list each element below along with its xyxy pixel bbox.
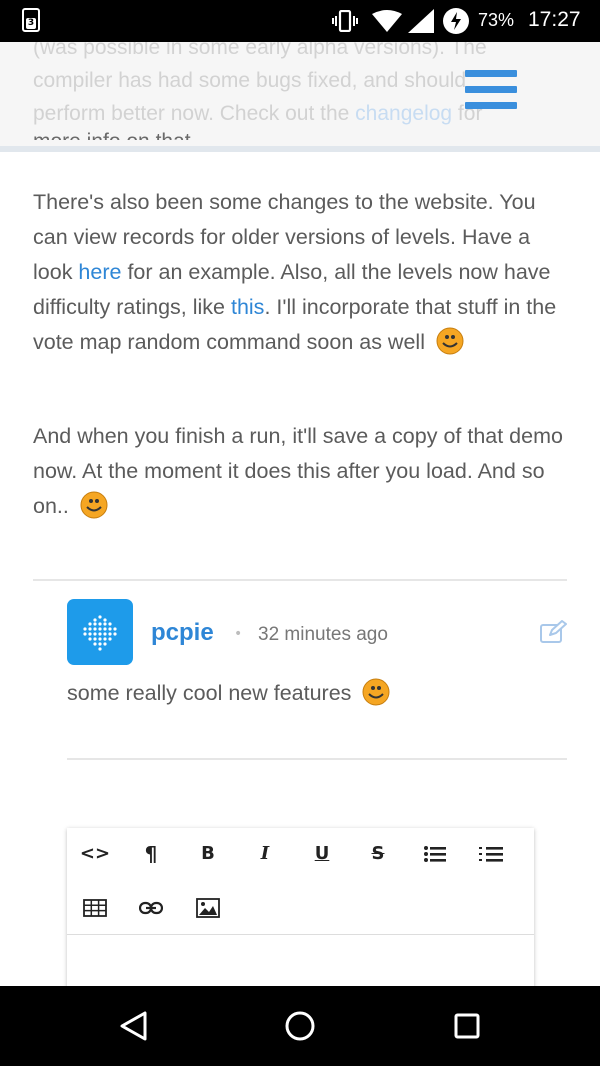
faded-line-1: (was possible in some early alpha versio… <box>33 42 487 59</box>
battery-charging-icon <box>443 8 469 34</box>
smile-emoji-icon <box>80 491 108 519</box>
reply-editor[interactable]: <> ¶ B I U S <box>67 828 534 998</box>
numbered-list-button[interactable] <box>471 836 511 872</box>
bold-button[interactable]: B <box>188 836 228 872</box>
comment-username[interactable]: pcpie <box>151 619 214 647</box>
post-paragraph-1: There's also been some changes to the we… <box>33 190 557 355</box>
table-button[interactable] <box>75 890 115 926</box>
smile-emoji-icon <box>362 678 390 706</box>
back-icon[interactable] <box>118 1010 148 1042</box>
bullet-list-icon <box>424 846 446 862</box>
divider <box>33 579 567 581</box>
signal-icon <box>408 9 434 33</box>
edit-icon[interactable] <box>540 620 568 644</box>
clock: 17:27 <box>528 8 581 31</box>
image-button[interactable] <box>188 890 228 926</box>
notification-badge: 3 <box>26 18 36 29</box>
menu-button[interactable] <box>465 70 517 112</box>
bullet-list-button[interactable] <box>415 836 455 872</box>
editor-toolbar-divider <box>67 934 534 935</box>
comment-time[interactable]: 32 minutes ago <box>258 624 388 646</box>
meta-separator: • <box>234 626 243 642</box>
avatar[interactable] <box>67 599 133 665</box>
underline-button[interactable]: U <box>302 836 342 872</box>
status-bar: 3 73% 17:27 <box>0 0 600 42</box>
post-paragraph-2: And when you finish a run, it'll save a … <box>33 424 563 519</box>
strikethrough-button[interactable]: S <box>358 836 398 872</box>
this-link[interactable]: this <box>231 295 264 319</box>
avatar-pattern-icon <box>83 615 117 651</box>
table-icon <box>83 899 107 917</box>
italic-button[interactable]: I <box>245 836 285 872</box>
navigation-bar <box>0 986 600 1066</box>
header-bottom-border <box>0 146 600 152</box>
wifi-icon <box>372 10 402 32</box>
divider <box>67 758 567 760</box>
link-icon <box>138 901 164 915</box>
paragraph-button[interactable]: ¶ <box>131 836 171 872</box>
here-link[interactable]: here <box>78 260 121 284</box>
comment-body: some really cool new features <box>67 676 391 711</box>
battery-percent: 73% <box>478 10 515 30</box>
code-button[interactable]: <> <box>75 836 115 872</box>
image-icon <box>196 898 220 918</box>
home-icon[interactable] <box>284 1010 316 1042</box>
changelog-link[interactable]: changelog <box>355 102 452 125</box>
vibrate-icon <box>332 10 358 32</box>
numbered-list-icon <box>479 847 503 862</box>
smile-emoji-icon <box>436 327 464 355</box>
notification-icon: 3 <box>22 8 40 32</box>
link-button[interactable] <box>131 890 171 926</box>
recent-apps-icon[interactable] <box>453 1012 481 1040</box>
